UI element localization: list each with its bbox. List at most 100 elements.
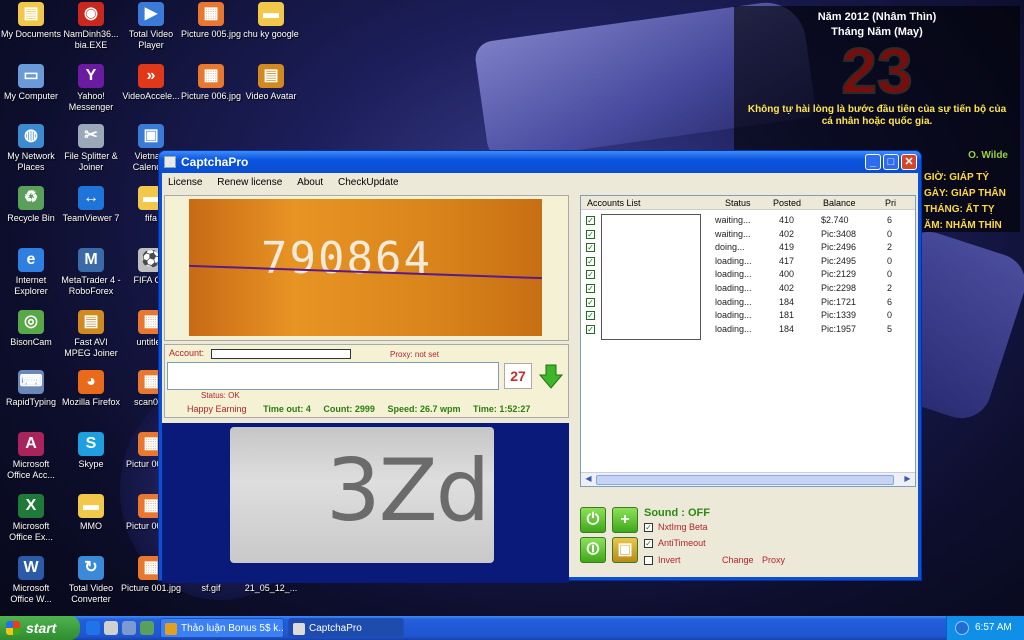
desktop-icon-label: Video Avatar (245, 91, 297, 101)
taskbar-task[interactable]: CaptchaPro (288, 618, 404, 638)
account-checkbox[interactable]: ✓ (586, 243, 595, 253)
desktop-icon[interactable]: ◉ NamDinh36... bia.EXE (60, 2, 122, 51)
add-button[interactable]: + (612, 507, 638, 533)
desktop-icon[interactable]: ◍ My Network Places (0, 124, 62, 173)
desktop-icon[interactable]: ✂ File Splitter & Joiner (60, 124, 122, 173)
col-posted[interactable]: Posted (773, 198, 801, 208)
window-titlebar[interactable]: CaptchaPro _ □ ✕ (159, 151, 921, 173)
desktop-icon[interactable]: ▦ Picture 006.jpg (180, 64, 242, 102)
account-checkbox[interactable]: ✓ (586, 216, 595, 225)
col-balance[interactable]: Balance (823, 198, 856, 208)
account-checkbox[interactable]: ✓ (586, 311, 595, 321)
captcha-text: 790864 (261, 233, 432, 284)
captchapro-window[interactable]: CaptchaPro _ □ ✕ License Renew license A… (158, 150, 922, 583)
menu-checkupdate[interactable]: CheckUpdate (332, 173, 405, 193)
account-checkbox[interactable]: ✓ (586, 229, 595, 239)
desktop-icon[interactable]: ▬ chu ky google (240, 2, 302, 40)
desktop-icon[interactable]: ▭ My Computer (0, 64, 62, 102)
submit-arrow-icon[interactable] (537, 362, 565, 390)
account-checkbox[interactable]: ✓ (586, 324, 595, 334)
desktop-icon[interactable]: ▤ Video Avatar (240, 64, 302, 102)
scroll-right-icon[interactable]: ▶ (901, 474, 914, 486)
option-antitimeout[interactable]: ✓ AntiTimeout (644, 538, 706, 549)
zoomed-captcha-text: 3Zd (326, 441, 490, 541)
stop-button[interactable]: ⏼ (580, 537, 606, 563)
desktop-icon[interactable]: » VideoAccele... (120, 64, 182, 102)
col-pri[interactable]: Pri (885, 198, 896, 208)
desktop-icon[interactable]: S Skype (60, 432, 122, 470)
col-accounts-list[interactable]: Accounts List (587, 198, 641, 208)
desktop-icon[interactable]: A Microsoft Office Acc... (0, 432, 62, 481)
col-status[interactable]: Status (725, 198, 751, 208)
account-checkbox[interactable]: ✓ (586, 284, 595, 293)
close-button[interactable]: ✕ (901, 154, 917, 170)
scroll-thumb[interactable] (596, 475, 894, 485)
menu-license[interactable]: License (162, 173, 208, 193)
menu-bar: License Renew license About CheckUpdate (162, 173, 918, 193)
sound-status[interactable]: Sound : OFF (644, 507, 710, 519)
account-status: waiting... (715, 215, 751, 225)
horizontal-scrollbar[interactable]: ◀ ▶ (581, 472, 915, 486)
desktop-icon[interactable]: ↻ Total Video Converter (60, 556, 122, 605)
change-link[interactable]: Change (722, 555, 754, 565)
desktop-icon-label: Internet Explorer (14, 275, 48, 296)
power-button[interactable]: ⏻ (580, 507, 606, 533)
desktop-icon[interactable]: ♻ Recycle Bin (0, 186, 62, 224)
desktop-icon[interactable]: ↔ TeamViewer 7 (60, 186, 122, 224)
desktop-icon[interactable]: ▤ My Documents (0, 2, 62, 40)
desktop-icon[interactable]: ▶ Total Video Player (120, 2, 182, 51)
tray-network-icon[interactable] (955, 621, 969, 635)
zoomed-captcha-panel: 3Zd (162, 423, 569, 583)
desktop-icon[interactable]: ◎ BisonCam (0, 310, 62, 348)
account-balance: Pic:1721 (821, 296, 857, 307)
account-balance: $2.740 (821, 215, 849, 225)
desktop-icon[interactable]: ◕ Mozilla Firefox (60, 370, 122, 408)
antitimeout-checkbox[interactable]: ✓ (644, 539, 653, 549)
account-balance: Pic:2298 (821, 283, 857, 293)
nxtimg-checkbox[interactable]: ✓ (644, 523, 653, 533)
answer-input[interactable] (167, 362, 499, 390)
desktop-icon[interactable]: e Internet Explorer (0, 248, 62, 297)
option-invert[interactable]: Invert (644, 555, 681, 566)
account-balance: Pic:1339 (821, 310, 857, 321)
desktop-icon[interactable]: ▤ Fast AVI MPEG Joiner (60, 310, 122, 359)
desktop-icon[interactable]: W Microsoft Office W... (0, 556, 62, 605)
desktop-icon[interactable]: ▬ MMO (60, 494, 122, 532)
invert-checkbox[interactable] (644, 556, 653, 566)
image-button[interactable]: ▣ (612, 537, 638, 563)
account-checkbox[interactable]: ✓ (586, 297, 595, 307)
quicklaunch-desktop-icon[interactable] (104, 621, 118, 635)
desktop-icon[interactable]: M MetaTrader 4 - RoboForex (60, 248, 122, 297)
desktop-icon[interactable]: X Microsoft Office Ex... (0, 494, 62, 543)
account-status: loading... (715, 269, 752, 280)
menu-renew-license[interactable]: Renew license (211, 173, 288, 193)
account-posted: 402 (779, 283, 795, 293)
account-pri: 0 (887, 228, 893, 239)
account-field[interactable] (211, 349, 351, 359)
account-pri: 6 (887, 296, 893, 307)
desktop-icon[interactable]: Y Yahoo! Messenger (60, 64, 122, 113)
minimize-button[interactable]: _ (865, 154, 881, 170)
maximize-button[interactable]: □ (883, 154, 899, 170)
accounts-list[interactable]: Accounts List Status Posted Balance Pri … (580, 195, 916, 487)
account-checkbox[interactable]: ✓ (586, 256, 595, 266)
quicklaunch-app-icon[interactable] (140, 621, 154, 635)
captcha-image-panel: 790864 (164, 195, 569, 341)
quicklaunch-tool-icon[interactable] (122, 621, 136, 635)
taskbar-task[interactable]: Thảo luận Bonus 5$ k... (160, 618, 284, 638)
metatrader-icon: M (78, 248, 104, 272)
desktop-icon[interactable]: ▦ Picture 005.jpg (180, 2, 242, 40)
menu-about[interactable]: About (291, 173, 329, 193)
desktop-icon[interactable]: ⌨ RapidTyping (0, 370, 62, 408)
account-checkbox[interactable]: ✓ (586, 270, 595, 280)
proxy-link[interactable]: Proxy (762, 555, 785, 565)
scroll-left-icon[interactable]: ◀ (582, 474, 595, 486)
quicklaunch-ie-icon[interactable] (86, 621, 100, 635)
option-nxtimg[interactable]: ✓ NxtImg Beta (644, 522, 708, 533)
time-stat: Time: 1:52:27 (473, 404, 531, 414)
play-icon: ▶ (138, 2, 164, 26)
start-button[interactable]: start (0, 616, 80, 640)
account-label: Account: (169, 348, 205, 358)
desktop-icon-label: Skype (78, 459, 104, 469)
calendar-quote: Không tự hài lòng là bước đầu tiên của s… (747, 104, 1007, 127)
